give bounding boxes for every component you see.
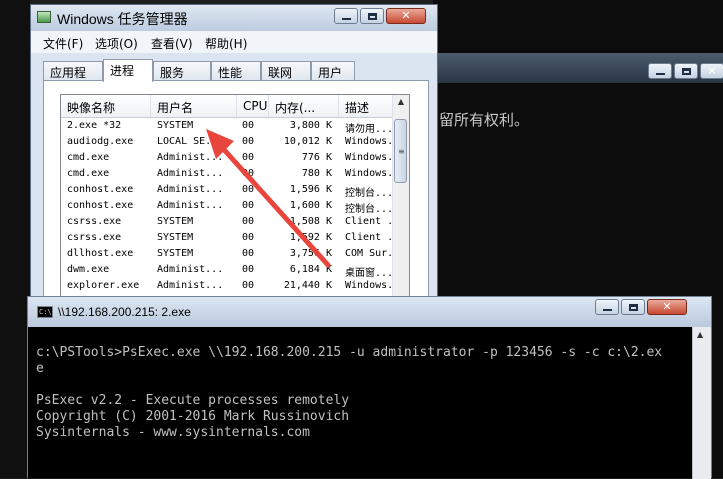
grip-icon: ≡ [398, 147, 405, 156]
background-console-titlebar[interactable]: × [433, 53, 723, 83]
process-description: Client ... [345, 216, 391, 227]
close-icon: ✕ [401, 9, 411, 22]
psexec-console-title: \\192.168.200.215: 2.exe [58, 305, 191, 319]
task-manager-title: Windows 任务管理器 [57, 11, 188, 27]
background-console-text: 留所有权利。 [439, 111, 530, 129]
console-close-button[interactable]: ✕ [647, 299, 687, 315]
minimize-icon [341, 18, 351, 20]
minimize-icon [655, 73, 665, 75]
bg-maximize-button[interactable] [674, 63, 698, 79]
console-line: Copyright (C) 2001-2016 Mark Russinovich [36, 409, 350, 424]
console-minimize-button[interactable] [595, 299, 619, 315]
tab-processes[interactable]: 进程 [103, 59, 153, 82]
process-name: csrss.exe [67, 232, 122, 243]
psexec-console-titlebar[interactable]: C:\ \\192.168.200.215: 2.exe ✕ [28, 297, 711, 327]
menu-help[interactable]: 帮助(H) [205, 35, 247, 52]
process-description: Client ... [345, 232, 391, 243]
column-user-name[interactable]: 用户名 [151, 95, 237, 117]
menu-options[interactable]: 选项(O) [95, 35, 138, 52]
close-icon: ✕ [662, 300, 672, 313]
process-cpu: 00 [242, 280, 255, 291]
minimize-button[interactable] [334, 8, 358, 24]
maximize-icon [628, 303, 638, 311]
desktop-left-strip [0, 0, 30, 478]
process-name: conhost.exe [67, 184, 134, 195]
process-name: dwm.exe [67, 264, 110, 275]
process-description: COM Sur... [345, 248, 391, 259]
process-name: cmd.exe [67, 168, 110, 179]
process-description: Windows... [345, 152, 391, 163]
process-name: conhost.exe [67, 200, 134, 211]
console-scrollbar[interactable]: ▲ [692, 327, 711, 479]
console-icon: C:\ [37, 306, 53, 318]
process-list-scrollbar[interactable]: ▲ ≡ [392, 95, 409, 301]
menu-view[interactable]: 查看(V) [151, 35, 193, 52]
column-memory[interactable]: 内存(... [269, 95, 339, 117]
process-name: 2.exe *32 [67, 120, 122, 131]
menu-bar: 文件(F) 选项(O) 查看(V) 帮助(H) [31, 31, 437, 53]
task-manager-titlebar[interactable]: Windows 任务管理器 ✕ [31, 5, 437, 31]
column-image-name[interactable]: 映像名称 [61, 95, 151, 117]
scroll-up-arrow-icon[interactable]: ▲ [697, 330, 703, 339]
psexec-console-window: C:\ \\192.168.200.215: 2.exe ✕ c:\PSTool… [27, 296, 712, 479]
close-icon: × [707, 64, 717, 77]
process-name: cmd.exe [67, 152, 110, 163]
process-description: 控制台... [345, 188, 391, 199]
scroll-thumb[interactable]: ≡ [394, 119, 407, 183]
process-list-header: 映像名称 用户名 CPU 内存(... 描述 [61, 95, 393, 118]
maximize-icon [681, 67, 691, 75]
console-line: e [36, 361, 44, 376]
process-description: Windows... [345, 280, 391, 291]
process-name: audiodg.exe [67, 136, 134, 147]
process-description: Windows... [345, 136, 391, 147]
process-user: Administ... [157, 280, 224, 291]
console-maximize-button[interactable] [621, 299, 645, 315]
process-row[interactable]: explorer.exe Administ... 00 21,440 K Windows… [61, 278, 393, 294]
tab-services[interactable]: 服务 [153, 61, 211, 81]
red-annotation-arrow [206, 129, 331, 268]
console-line: PsExec v2.2 - Execute processes remotely [36, 393, 350, 408]
process-description: 请勿用... [345, 124, 391, 135]
maximize-icon [367, 12, 377, 20]
process-memory: 21,440 K [283, 280, 332, 291]
process-description: 控制台... [345, 204, 391, 215]
tab-applications[interactable]: 应用程序 [43, 61, 103, 97]
maximize-button[interactable] [360, 8, 384, 24]
menu-file[interactable]: 文件(F) [43, 35, 83, 52]
column-cpu[interactable]: CPU [237, 95, 269, 117]
console-output[interactable]: c:\PSTools>PsExec.exe \\192.168.200.215 … [36, 345, 662, 441]
tab-performance[interactable]: 性能 [211, 61, 261, 81]
task-manager-icon [37, 11, 51, 23]
scroll-up-arrow-icon[interactable]: ▲ [395, 97, 407, 111]
process-description: Windows... [345, 168, 391, 179]
close-button[interactable]: ✕ [386, 8, 426, 24]
process-name: csrss.exe [67, 216, 122, 227]
process-name: explorer.exe [67, 280, 140, 291]
bg-close-button[interactable]: × [700, 63, 723, 79]
minimize-icon [602, 309, 612, 311]
tab-networking[interactable]: 联网 [261, 61, 311, 81]
process-name: dllhost.exe [67, 248, 134, 259]
tab-users[interactable]: 用户 [311, 61, 355, 81]
console-line: c:\PSTools>PsExec.exe \\192.168.200.215 … [36, 345, 663, 360]
console-line: Sysinternals - www.sysinternals.com [36, 425, 310, 440]
process-description: 桌面窗... [345, 268, 391, 279]
bg-minimize-button[interactable] [648, 63, 672, 79]
column-description[interactable]: 描述 [339, 95, 393, 117]
